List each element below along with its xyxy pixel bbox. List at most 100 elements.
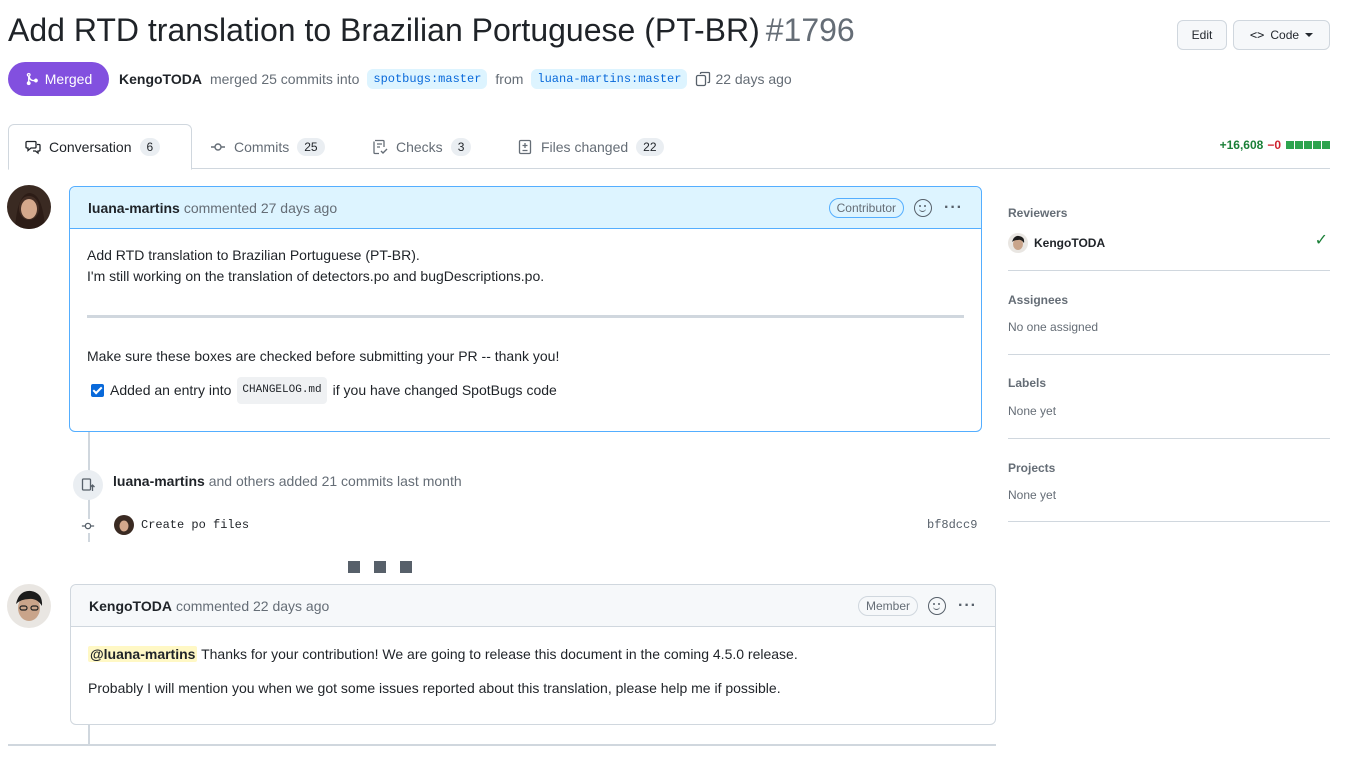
- assignees-value: No one assigned: [1008, 320, 1099, 334]
- commit-message[interactable]: Create po files: [141, 518, 249, 532]
- sidebar-projects: Projects None yet: [1008, 439, 1330, 522]
- loader-dot: [374, 561, 386, 573]
- tab-conversation[interactable]: Conversation 6: [8, 124, 192, 170]
- role-badge: Member: [858, 595, 919, 616]
- timeline-line-bottom: [88, 725, 90, 745]
- comment-line: @luana-martins Thanks for your contribut…: [88, 644, 978, 665]
- comment-discussion-icon: [25, 140, 41, 155]
- head-branch[interactable]: luana-martins:master: [531, 69, 688, 89]
- state-label: Merged: [44, 71, 93, 87]
- comment-line: I'm still working on the translation of …: [87, 268, 545, 284]
- comment-card: KengoTODA commented 22 days ago Member ·…: [70, 584, 996, 725]
- sidebar-labels: Labels None yet: [1008, 355, 1330, 439]
- comment-time[interactable]: commented 22 days ago: [176, 598, 329, 614]
- merged-time: 22 days ago: [715, 71, 792, 87]
- loader-dot: [348, 561, 360, 573]
- sidebar-title-projects[interactable]: Projects: [1008, 439, 1330, 475]
- sidebar-title-assignees[interactable]: Assignees: [1008, 271, 1330, 307]
- avatar[interactable]: [7, 185, 51, 229]
- diffstat: +16,608 −0: [1220, 138, 1330, 152]
- tab-checks[interactable]: Checks 3: [356, 124, 487, 169]
- edit-button-label: Edit: [1191, 28, 1213, 42]
- comment-body: @luana-martins Thanks for your contribut…: [71, 627, 995, 715]
- tab-conversation-count: 6: [139, 138, 161, 156]
- repo-push-icon: [73, 470, 103, 500]
- diffstat-bar: [1285, 138, 1330, 152]
- diffstat-additions: +16,608: [1219, 138, 1264, 152]
- event-author[interactable]: luana-martins: [113, 473, 205, 489]
- comment-author[interactable]: KengoTODA: [89, 598, 172, 614]
- tab-files-changed-count: 22: [636, 137, 664, 156]
- sidebar: Reviewers KengoTODA ✓ Assignees No one a…: [1008, 200, 1330, 522]
- checklist-intro: Make sure these boxes are checked before…: [87, 348, 560, 364]
- reviewer-avatar: [1008, 233, 1028, 253]
- smiley-icon[interactable]: [928, 596, 947, 615]
- edit-button[interactable]: Edit: [1177, 20, 1227, 50]
- sidebar-title-labels[interactable]: Labels: [1008, 355, 1330, 390]
- tab-commits-label: Commits: [234, 138, 290, 155]
- checklist-item: Added an entry into CHANGELOG.md if you …: [87, 377, 964, 404]
- comment-author[interactable]: luana-martins: [88, 200, 180, 216]
- caret-down-icon: [1305, 33, 1314, 37]
- divider: [87, 315, 964, 318]
- from-text: from: [495, 71, 524, 87]
- checkbox[interactable]: [91, 384, 104, 397]
- code-button-label: Code: [1270, 28, 1300, 42]
- pr-number: #1796: [765, 12, 855, 48]
- timeline-end-divider: [8, 744, 996, 746]
- merger-link[interactable]: KengoTODA: [119, 71, 202, 87]
- sidebar-assignees: Assignees No one assigned: [1008, 271, 1330, 355]
- projects-value: None yet: [1008, 488, 1057, 502]
- checklist-text: Added an entry into: [110, 382, 232, 398]
- tab-files-changed[interactable]: Files changed 22: [501, 124, 680, 169]
- hidden-items-indicator[interactable]: [348, 561, 412, 573]
- tab-commits[interactable]: Commits 25: [194, 124, 341, 169]
- code-button[interactable]: <> Code: [1233, 20, 1330, 50]
- pr-meta: Merged KengoTODA merged 25 commits into …: [8, 62, 792, 96]
- comment-header: KengoTODA commented 22 days ago Member ·…: [71, 585, 995, 627]
- inline-code: CHANGELOG.md: [237, 377, 327, 404]
- pr-tabs: Conversation 6 Commits 25 Checks 3 Files…: [8, 124, 1330, 170]
- diffstat-deletions: −0: [1267, 138, 1281, 152]
- comment-line: Probably I will mention you when we got …: [88, 680, 781, 696]
- commit-author-avatar[interactable]: [114, 515, 134, 535]
- sidebar-reviewers: Reviewers KengoTODA ✓: [1008, 200, 1330, 271]
- event-text: and others added 21 commits last month: [208, 473, 462, 489]
- kebab-horizontal-icon[interactable]: ···: [958, 597, 977, 615]
- git-merge-icon: [26, 72, 38, 86]
- user-mention[interactable]: @luana-martins: [88, 646, 198, 662]
- checklist-icon: [373, 139, 388, 154]
- git-commit-icon: [81, 519, 95, 533]
- checklist-text-suffix: if you have changed SpotBugs code: [332, 382, 557, 398]
- comment-body: Add RTD translation to Brazilian Portugu…: [70, 229, 981, 420]
- comment-text: Thanks for your contribution! We are goi…: [201, 646, 798, 662]
- commits-event: luana-martins and others added 21 commit…: [113, 473, 462, 489]
- base-branch[interactable]: spotbugs:master: [367, 69, 488, 89]
- commit-sha[interactable]: bf8dcc9: [927, 518, 977, 532]
- comment-time[interactable]: commented 27 days ago: [184, 200, 337, 216]
- copy-icon[interactable]: [695, 71, 711, 87]
- git-commit-icon: [211, 142, 225, 151]
- comment-card: luana-martins commented 27 days ago Cont…: [69, 186, 982, 432]
- kebab-horizontal-icon[interactable]: ···: [944, 199, 963, 217]
- tab-files-changed-label: Files changed: [541, 138, 629, 155]
- tab-checks-label: Checks: [396, 138, 443, 155]
- code-icon: <>: [1249, 28, 1265, 42]
- tab-checks-count: 3: [450, 137, 472, 156]
- comment-line: Add RTD translation to Brazilian Portugu…: [87, 247, 420, 263]
- comment-header: luana-martins commented 27 days ago Cont…: [70, 187, 981, 229]
- check-icon: ✓: [1314, 232, 1328, 249]
- pr-title: Add RTD translation to Brazilian Portugu…: [8, 12, 855, 49]
- labels-value: None yet: [1008, 404, 1057, 418]
- role-badge: Contributor: [828, 197, 905, 218]
- reviewer-item[interactable]: KengoTODA: [1008, 233, 1330, 253]
- sidebar-title-reviewers[interactable]: Reviewers: [1008, 200, 1330, 220]
- reviewer-name: KengoTODA: [1034, 236, 1106, 250]
- avatar[interactable]: [7, 584, 51, 628]
- tab-commits-count: 25: [297, 137, 325, 156]
- smiley-icon[interactable]: [914, 198, 933, 217]
- state-badge: Merged: [8, 62, 109, 96]
- file-diff-icon: [518, 139, 532, 154]
- loader-dot: [400, 561, 412, 573]
- pr-title-text: Add RTD translation to Brazilian Portugu…: [8, 12, 760, 48]
